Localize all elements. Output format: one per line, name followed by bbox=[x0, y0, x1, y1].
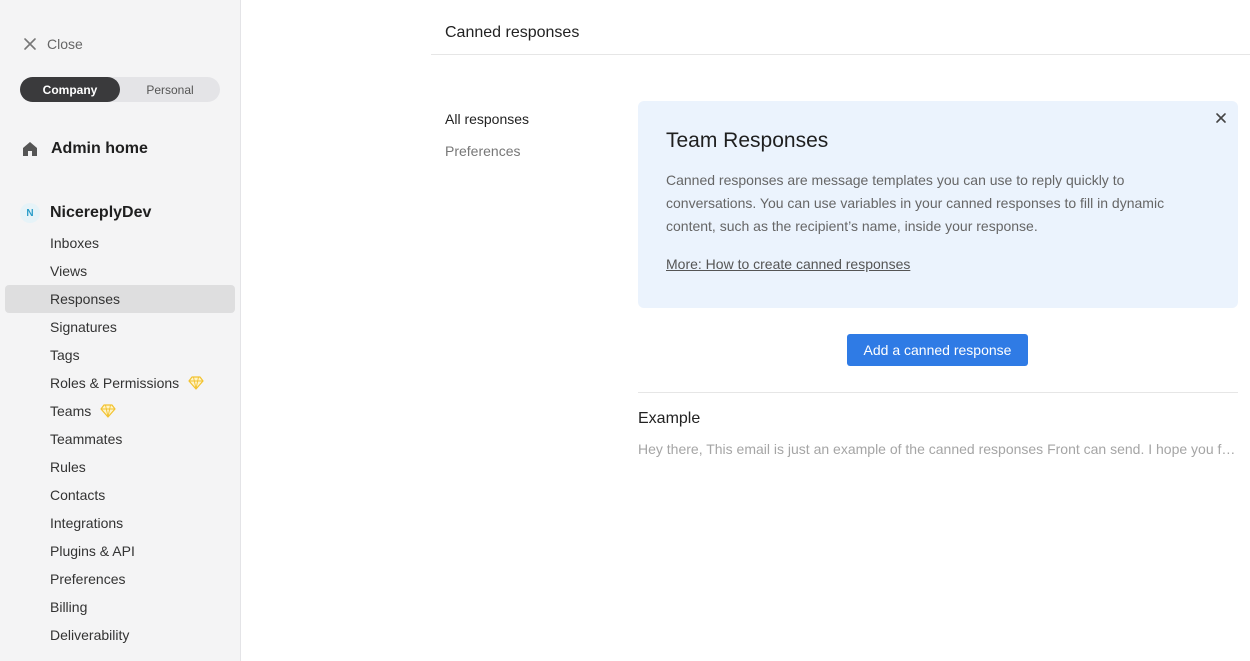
team-responses-info-card: Team Responses Canned responses are mess… bbox=[638, 101, 1238, 308]
dismiss-card-icon[interactable] bbox=[1214, 111, 1228, 125]
gem-icon bbox=[188, 376, 204, 390]
subnav-all-responses[interactable]: All responses bbox=[445, 103, 529, 135]
gem-icon bbox=[100, 404, 116, 418]
sidebar-item-label: Plugins & API bbox=[50, 543, 135, 559]
sidebar-item-label: Contacts bbox=[50, 487, 106, 503]
sidebar-item-label: Tags bbox=[50, 347, 80, 363]
sidebar-item-inboxes[interactable]: Inboxes bbox=[5, 229, 235, 257]
sidebar-item-signatures[interactable]: Signatures bbox=[5, 313, 235, 341]
close-icon bbox=[22, 36, 38, 52]
responses-subnav: All responses Preferences bbox=[445, 103, 529, 167]
close-label: Close bbox=[47, 36, 83, 52]
company-name: NicereplyDev bbox=[50, 204, 152, 221]
close-button[interactable]: Close bbox=[22, 36, 83, 52]
sidebar-item-label: Teammates bbox=[50, 431, 123, 447]
sidebar-item-contacts[interactable]: Contacts bbox=[5, 481, 235, 509]
example-response-preview[interactable]: Hey there, This email is just an example… bbox=[638, 441, 1236, 457]
sidebar-item-rules[interactable]: Rules bbox=[5, 453, 235, 481]
sidebar-item-label: Preferences bbox=[50, 571, 126, 587]
example-response-title[interactable]: Example bbox=[638, 410, 700, 428]
sidebar-item-teams[interactable]: Teams bbox=[5, 397, 235, 425]
company-avatar: N bbox=[20, 203, 40, 223]
tab-company[interactable]: Company bbox=[20, 77, 120, 102]
home-icon bbox=[21, 140, 39, 158]
help-article-link[interactable]: More: How to create canned responses bbox=[666, 256, 910, 272]
sidebar-item-integrations[interactable]: Integrations bbox=[5, 509, 235, 537]
sidebar-item-label: Rules bbox=[50, 459, 86, 475]
sidebar-item-teammates[interactable]: Teammates bbox=[5, 425, 235, 453]
scope-toggle: Company Personal bbox=[20, 77, 220, 102]
sidebar-item-deliverability[interactable]: Deliverability bbox=[5, 621, 235, 649]
add-canned-response-button[interactable]: Add a canned response bbox=[847, 334, 1028, 366]
admin-nav: Inboxes Views Responses Signatures Tags … bbox=[5, 229, 235, 649]
sidebar-item-label: Views bbox=[50, 263, 88, 279]
sidebar-item-label: Integrations bbox=[50, 515, 124, 531]
sidebar-item-plugins-api[interactable]: Plugins & API bbox=[5, 537, 235, 565]
sidebar-item-roles-permissions[interactable]: Roles & Permissions bbox=[5, 369, 235, 397]
admin-home-label: Admin home bbox=[51, 140, 148, 157]
sidebar-item-label: Teams bbox=[50, 403, 92, 419]
company-header: N NicereplyDev bbox=[20, 203, 151, 223]
sidebar-item-label: Inboxes bbox=[50, 235, 100, 251]
sidebar-item-label: Responses bbox=[50, 291, 121, 307]
sidebar-item-label: Deliverability bbox=[50, 627, 130, 643]
sidebar-item-responses[interactable]: Responses bbox=[5, 285, 235, 313]
admin-sidebar: Close Company Personal Admin home N Nice… bbox=[0, 0, 241, 661]
sidebar-item-label: Billing bbox=[50, 599, 88, 615]
sidebar-item-billing[interactable]: Billing bbox=[5, 593, 235, 621]
sidebar-item-tags[interactable]: Tags bbox=[5, 341, 235, 369]
sidebar-item-label: Roles & Permissions bbox=[50, 375, 180, 391]
page-title: Canned responses bbox=[445, 24, 580, 41]
subnav-preferences[interactable]: Preferences bbox=[445, 135, 529, 167]
sidebar-item-views[interactable]: Views bbox=[5, 257, 235, 285]
page-header: Canned responses bbox=[431, 0, 1250, 55]
info-card-description: Canned responses are message templates y… bbox=[666, 172, 1165, 234]
divider bbox=[638, 392, 1238, 393]
info-card-title: Team Responses bbox=[666, 129, 829, 152]
tab-personal[interactable]: Personal bbox=[120, 77, 220, 102]
sidebar-item-label: Signatures bbox=[50, 319, 117, 335]
sidebar-item-preferences[interactable]: Preferences bbox=[5, 565, 235, 593]
admin-home-link[interactable]: Admin home bbox=[21, 140, 148, 158]
